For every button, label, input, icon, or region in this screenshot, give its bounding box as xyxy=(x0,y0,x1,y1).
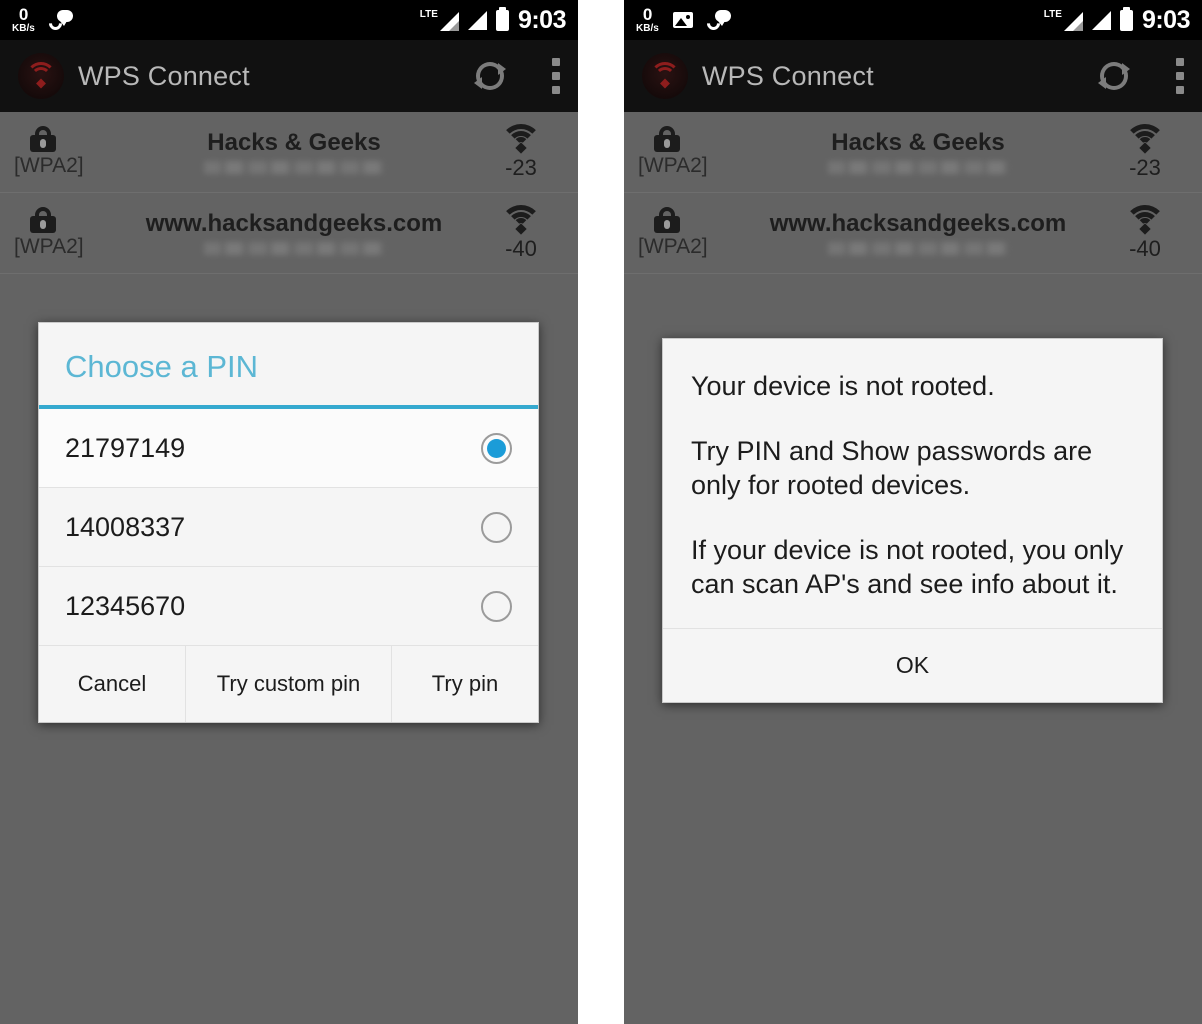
status-bar-right: 0 KB/s LTE 9:03 xyxy=(624,0,1202,40)
wifi-signal-group: -23 xyxy=(478,123,564,181)
wifi-bssid-blurred xyxy=(204,161,384,175)
dialog-button-bar: Cancel Try custom pin Try pin xyxy=(39,646,538,722)
wifi-security-label: [WPA2] xyxy=(638,235,708,258)
wifi-security-label: [WPA2] xyxy=(14,235,84,258)
status-bar-left: 0 KB/s LTE 9:03 xyxy=(0,0,578,40)
pin-option-label: 14008337 xyxy=(65,511,186,542)
status-bar-right-icons: LTE 9:03 xyxy=(419,5,567,35)
wifi-signal-group: -23 xyxy=(1102,123,1188,181)
data-rate-unit: KB/s xyxy=(12,23,35,34)
clock-label: 9:03 xyxy=(1141,5,1191,34)
battery-icon xyxy=(495,6,509,31)
refresh-icon[interactable] xyxy=(472,58,508,94)
wifi-ssid-label: www.hacksandgeeks.com xyxy=(145,209,443,237)
lock-icon xyxy=(652,207,682,233)
ok-button[interactable]: OK xyxy=(896,652,929,679)
refresh-icon[interactable] xyxy=(1096,58,1132,94)
pin-radio-button[interactable] xyxy=(481,511,512,543)
phone-screen-left: 0 KB/s LTE 9:03 WPS Connect [WPA2] Hacks… xyxy=(0,0,578,1024)
try-pin-button[interactable]: Try pin xyxy=(392,646,538,722)
wifi-network-row[interactable]: [WPA2] www.hacksandgeeks.com -40 xyxy=(0,193,578,274)
wifi-signal-icon xyxy=(500,204,542,235)
battery-icon xyxy=(1119,6,1133,31)
wifi-bssid-blurred xyxy=(828,161,1008,175)
cancel-button[interactable]: Cancel xyxy=(39,646,185,722)
wifi-network-row[interactable]: [WPA2] Hacks & Geeks -23 xyxy=(0,112,578,193)
dialog-paragraph-3: If your device is not rooted, you only c… xyxy=(691,534,1124,600)
lock-icon xyxy=(28,126,58,152)
wifi-security-group: [WPA2] xyxy=(14,207,110,259)
wifi-signal-icon xyxy=(500,123,542,154)
wps-connect-logo-icon xyxy=(642,53,688,99)
wifi-security-group: [WPA2] xyxy=(638,207,734,259)
status-bar-left-icons: 0 KB/s xyxy=(12,6,420,34)
data-rate-unit: KB/s xyxy=(636,23,659,34)
wifi-network-row[interactable]: [WPA2] Hacks & Geeks -23 xyxy=(624,112,1202,193)
wifi-bssid-blurred xyxy=(204,242,384,256)
wifi-name-group: Hacks & Geeks xyxy=(110,128,478,175)
wifi-ssid-label: www.hacksandgeeks.com xyxy=(769,209,1067,237)
device-not-rooted-dialog: Your device is not rooted. Try PIN and S… xyxy=(662,338,1163,703)
wifi-name-group: Hacks & Geeks xyxy=(734,128,1102,175)
dialog-paragraph-2: Try PIN and Show passwords are only for … xyxy=(691,435,1093,501)
wifi-bssid-blurred xyxy=(828,242,1008,256)
dialog-message-body: Your device is not rooted. Try PIN and S… xyxy=(663,339,1162,628)
wifi-name-group: www.hacksandgeeks.com xyxy=(734,209,1102,256)
pin-option-row[interactable]: 21797149 xyxy=(39,409,538,488)
wifi-signal-icon xyxy=(1124,123,1166,154)
photo-icon xyxy=(672,12,693,28)
call-message-icon xyxy=(46,10,73,33)
wifi-security-group: [WPA2] xyxy=(14,126,110,178)
lte-signal-icon: LTE xyxy=(1043,8,1083,31)
wifi-ssid-label: Hacks & Geeks xyxy=(831,128,1005,156)
wifi-network-row[interactable]: [WPA2] www.hacksandgeeks.com -40 xyxy=(624,193,1202,274)
lte-signal-icon: LTE xyxy=(419,8,459,31)
status-bar-left-icons: 0 KB/s xyxy=(636,6,1044,34)
wps-connect-logo-icon xyxy=(18,53,64,99)
pin-option-label: 21797149 xyxy=(65,432,186,463)
wifi-signal-group: -40 xyxy=(478,204,564,262)
choose-pin-dialog: Choose a PIN 21797149 14008337 12345670 … xyxy=(38,322,539,723)
wifi-security-group: [WPA2] xyxy=(638,126,734,178)
pin-option-row[interactable]: 14008337 xyxy=(39,488,538,567)
app-title: WPS Connect xyxy=(702,60,874,91)
clock-label: 9:03 xyxy=(517,5,567,34)
data-rate-value: 0 xyxy=(642,5,652,24)
wifi-signal-group: -40 xyxy=(1102,204,1188,262)
network-type-label: LTE xyxy=(419,8,438,20)
wifi-network-list-right: [WPA2] Hacks & Geeks -23 [WPA2] www.hack… xyxy=(624,112,1202,274)
dialog-paragraph-1: Your device is not rooted. xyxy=(691,371,995,401)
network-type-label: LTE xyxy=(1043,8,1062,20)
data-rate-indicator: 0 KB/s xyxy=(12,6,35,34)
app-bar-left: WPS Connect xyxy=(0,40,578,112)
status-bar-right-icons: LTE 9:03 xyxy=(1043,5,1191,35)
wifi-security-label: [WPA2] xyxy=(638,154,708,177)
try-custom-pin-button[interactable]: Try custom pin xyxy=(185,646,392,722)
dialog-title: Choose a PIN xyxy=(39,323,538,409)
pin-option-row[interactable]: 12345670 xyxy=(39,567,538,646)
wifi-ssid-label: Hacks & Geeks xyxy=(207,128,381,156)
wifi-network-list-left: [WPA2] Hacks & Geeks -23 [WPA2] www.hack… xyxy=(0,112,578,274)
app-title: WPS Connect xyxy=(78,60,250,91)
lock-icon xyxy=(652,126,682,152)
pin-radio-button[interactable] xyxy=(481,590,512,622)
app-bar-right: WPS Connect xyxy=(624,40,1202,112)
screenshot-root: 0 KB/s LTE 9:03 WPS Connect [WPA2] Hacks… xyxy=(0,0,1202,1024)
wifi-signal-icon xyxy=(1124,204,1166,235)
data-rate-indicator: 0 KB/s xyxy=(636,6,659,34)
data-rate-value: 0 xyxy=(18,5,28,24)
signal-bars-icon xyxy=(1091,10,1111,30)
signal-bars-icon xyxy=(467,10,487,30)
dialog-button-bar: OK xyxy=(663,627,1162,702)
lock-icon xyxy=(28,207,58,233)
pin-option-label: 12345670 xyxy=(65,590,186,621)
wifi-security-label: [WPA2] xyxy=(14,154,84,177)
pin-radio-button[interactable] xyxy=(481,432,512,464)
overflow-menu-icon[interactable] xyxy=(552,58,560,94)
call-message-icon xyxy=(704,10,731,33)
wifi-name-group: www.hacksandgeeks.com xyxy=(110,209,478,256)
overflow-menu-icon[interactable] xyxy=(1176,58,1184,94)
